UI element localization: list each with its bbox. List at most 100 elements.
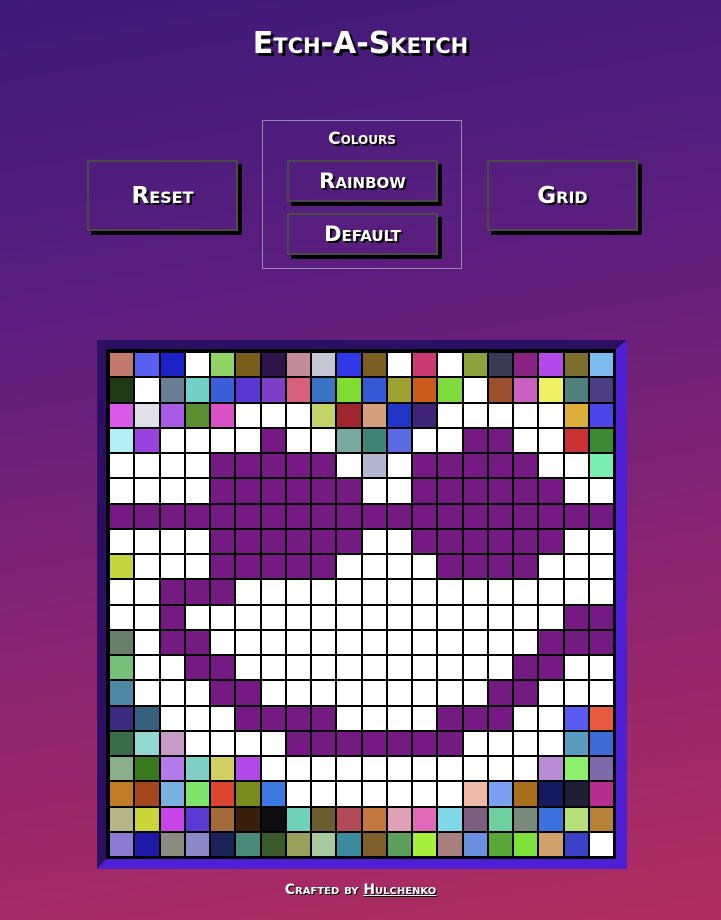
grid-cell[interactable] xyxy=(160,555,184,579)
grid-cell[interactable] xyxy=(337,605,361,629)
grid-cell[interactable] xyxy=(110,605,134,629)
grid-cell[interactable] xyxy=(185,832,209,856)
grid-cell[interactable] xyxy=(286,731,310,755)
grid-cell[interactable] xyxy=(286,782,310,806)
grid-cell[interactable] xyxy=(589,605,613,629)
grid-cell[interactable] xyxy=(185,630,209,654)
grid-cell[interactable] xyxy=(362,580,386,604)
grid-cell[interactable] xyxy=(337,580,361,604)
grid-cell[interactable] xyxy=(387,403,411,427)
grid-cell[interactable] xyxy=(110,504,134,528)
author-link[interactable]: Hulchenko xyxy=(363,882,436,898)
grid-cell[interactable] xyxy=(514,731,538,755)
grid-cell[interactable] xyxy=(564,605,588,629)
grid-cell[interactable] xyxy=(514,555,538,579)
grid-cell[interactable] xyxy=(286,706,310,730)
grid-cell[interactable] xyxy=(488,807,512,831)
grid-cell[interactable] xyxy=(236,807,260,831)
grid-cell[interactable] xyxy=(564,630,588,654)
grid-cell[interactable] xyxy=(589,807,613,831)
grid-cell[interactable] xyxy=(337,782,361,806)
grid-cell[interactable] xyxy=(135,454,159,478)
grid-cell[interactable] xyxy=(564,782,588,806)
grid-cell[interactable] xyxy=(413,731,437,755)
grid-cell[interactable] xyxy=(160,428,184,452)
grid-cell[interactable] xyxy=(514,428,538,452)
grid-cell[interactable] xyxy=(463,428,487,452)
grid-cell[interactable] xyxy=(463,656,487,680)
grid-cell[interactable] xyxy=(438,454,462,478)
grid-cell[interactable] xyxy=(337,529,361,553)
grid-cell[interactable] xyxy=(387,656,411,680)
grid-cell[interactable] xyxy=(589,630,613,654)
grid-cell[interactable] xyxy=(312,353,336,377)
grid-cell[interactable] xyxy=(362,681,386,705)
grid-cell[interactable] xyxy=(362,529,386,553)
grid-cell[interactable] xyxy=(261,479,285,503)
grid-cell[interactable] xyxy=(185,681,209,705)
grid-cell[interactable] xyxy=(362,706,386,730)
grid-cell[interactable] xyxy=(110,731,134,755)
grid-cell[interactable] xyxy=(488,555,512,579)
grid-cell[interactable] xyxy=(261,403,285,427)
grid-cell[interactable] xyxy=(211,529,235,553)
grid-cell[interactable] xyxy=(488,403,512,427)
grid-cell[interactable] xyxy=(514,479,538,503)
grid-cell[interactable] xyxy=(463,630,487,654)
grid-cell[interactable] xyxy=(387,757,411,781)
grid-cell[interactable] xyxy=(261,807,285,831)
grid-cell[interactable] xyxy=(463,529,487,553)
grid-cell[interactable] xyxy=(488,479,512,503)
grid-cell[interactable] xyxy=(261,731,285,755)
grid-cell[interactable] xyxy=(110,353,134,377)
grid-cell[interactable] xyxy=(438,403,462,427)
grid-cell[interactable] xyxy=(387,782,411,806)
grid-cell[interactable] xyxy=(261,580,285,604)
grid-cell[interactable] xyxy=(110,555,134,579)
grid-cell[interactable] xyxy=(135,681,159,705)
grid-cell[interactable] xyxy=(589,681,613,705)
grid-cell[interactable] xyxy=(488,580,512,604)
grid-cell[interactable] xyxy=(564,428,588,452)
default-button[interactable]: Default xyxy=(287,213,438,255)
grid-cell[interactable] xyxy=(211,757,235,781)
grid-cell[interactable] xyxy=(362,403,386,427)
reset-button[interactable]: Reset xyxy=(87,160,238,231)
grid-cell[interactable] xyxy=(438,479,462,503)
grid-cell[interactable] xyxy=(312,378,336,402)
grid-cell[interactable] xyxy=(589,555,613,579)
grid-cell[interactable] xyxy=(539,378,563,402)
grid-cell[interactable] xyxy=(488,504,512,528)
grid-cell[interactable] xyxy=(589,479,613,503)
grid-cell[interactable] xyxy=(236,832,260,856)
grid-cell[interactable] xyxy=(362,479,386,503)
grid-cell[interactable] xyxy=(160,529,184,553)
grid-cell[interactable] xyxy=(488,378,512,402)
grid-cell[interactable] xyxy=(135,782,159,806)
grid-cell[interactable] xyxy=(387,504,411,528)
grid-cell[interactable] xyxy=(286,428,310,452)
grid-cell[interactable] xyxy=(286,555,310,579)
grid-cell[interactable] xyxy=(413,529,437,553)
grid-cell[interactable] xyxy=(514,706,538,730)
grid-cell[interactable] xyxy=(438,529,462,553)
grid-cell[interactable] xyxy=(312,782,336,806)
grid-cell[interactable] xyxy=(488,782,512,806)
grid-cell[interactable] xyxy=(488,454,512,478)
grid-cell[interactable] xyxy=(135,731,159,755)
grid-cell[interactable] xyxy=(185,706,209,730)
grid-cell[interactable] xyxy=(463,757,487,781)
grid-cell[interactable] xyxy=(463,454,487,478)
grid-cell[interactable] xyxy=(261,504,285,528)
grid-cell[interactable] xyxy=(488,353,512,377)
grid-cell[interactable] xyxy=(312,555,336,579)
grid-cell[interactable] xyxy=(413,681,437,705)
grid-cell[interactable] xyxy=(589,782,613,806)
grid-cell[interactable] xyxy=(286,656,310,680)
grid-cell[interactable] xyxy=(160,454,184,478)
grid-cell[interactable] xyxy=(261,757,285,781)
grid-cell[interactable] xyxy=(413,353,437,377)
grid-cell[interactable] xyxy=(362,353,386,377)
grid-cell[interactable] xyxy=(413,757,437,781)
grid-cell[interactable] xyxy=(185,782,209,806)
